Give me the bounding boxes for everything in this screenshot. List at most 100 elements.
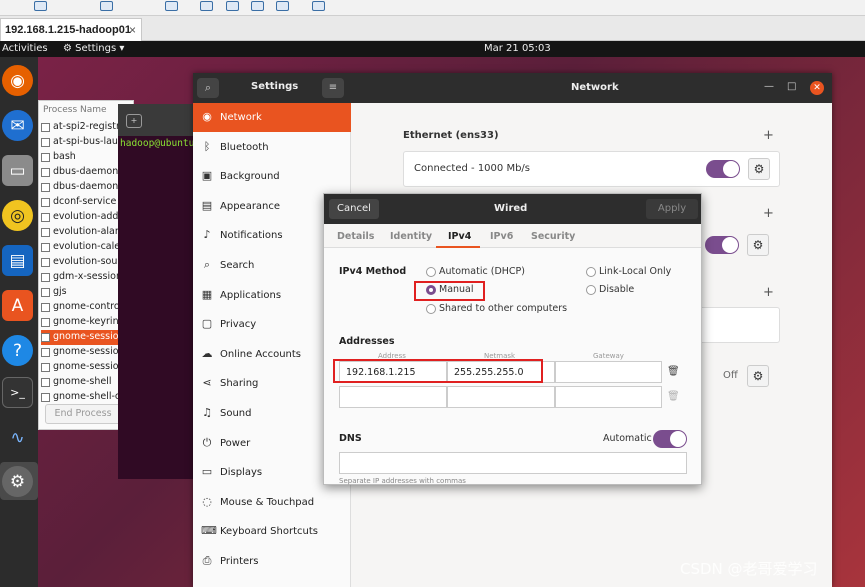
help-icon[interactable]: ? (2, 335, 33, 366)
background-icon: ▣ (201, 169, 213, 183)
applications-icon: ▦ (201, 287, 213, 301)
minimize-icon[interactable]: — (764, 81, 774, 92)
app-menu[interactable]: ⚙ Settings ▾ (63, 43, 124, 54)
printers-icon: ⎙ (202, 554, 212, 567)
tab-details[interactable]: Details (337, 231, 374, 242)
toolbar-icon[interactable] (312, 1, 325, 11)
ethernet-card: Connected - 1000 Mb/s ⚙ (403, 151, 780, 187)
sidebar-item-label: Online Accounts (220, 348, 302, 360)
radio-shared[interactable]: Shared to other computers (426, 303, 567, 314)
process-name: gnome-keyring (53, 316, 125, 327)
process-name: gnome-control (53, 301, 123, 312)
apply-button[interactable]: Apply (646, 199, 698, 219)
add-icon[interactable]: + (763, 285, 774, 300)
thunderbird-icon[interactable]: ✉ (2, 110, 33, 141)
software-icon[interactable]: A (2, 290, 33, 321)
sidebar-item-printers[interactable]: ⎙ Printers (193, 547, 351, 576)
gateway-input[interactable] (555, 361, 662, 383)
radio-automatic-dhcp[interactable]: Automatic (DHCP) (426, 266, 525, 277)
radio-icon (586, 285, 596, 295)
gnome-topbar: Activities ⚙ Settings ▾ Mar 21 05:03 (0, 41, 865, 57)
dock: ◉ ✉ ▭ ◎ ▤ A ? >_ ∿ ⚙ (0, 57, 38, 587)
sidebar-item-bluetooth[interactable]: ᛒ Bluetooth (193, 133, 351, 162)
sidebar-item-network[interactable]: ◉ Network (193, 103, 351, 132)
radio-disable[interactable]: Disable (586, 284, 634, 295)
dns-input[interactable] (339, 452, 687, 474)
toolbar-icon[interactable] (251, 1, 264, 11)
end-process-button[interactable]: End Process (45, 404, 121, 424)
gear-icon[interactable]: ⚙ (747, 365, 769, 387)
tab-ipv4[interactable]: IPv4 (448, 231, 471, 242)
host-tabbar: 192.168.1.215-hadoop01 × (0, 16, 865, 41)
netmask-input-empty[interactable] (447, 386, 555, 408)
dns-automatic-toggle[interactable] (653, 430, 687, 448)
search-icon: ⌕ (203, 258, 211, 271)
sidebar-item-label: Sound (220, 408, 252, 419)
toolbar-icon[interactable] (165, 1, 178, 11)
sidebar-item-background[interactable]: ▣ Background (193, 162, 351, 191)
search-icon[interactable]: ⌕ (197, 78, 219, 98)
sidebar-item-label: Displays (220, 467, 263, 479)
sidebar-item-label: Privacy (220, 319, 257, 331)
ethernet-toggle[interactable] (706, 160, 740, 178)
writer-icon[interactable]: ▤ (2, 245, 33, 276)
addresses-label: Addresses (339, 336, 395, 347)
activities-button[interactable]: Activities (2, 43, 48, 54)
terminal-icon[interactable]: >_ (2, 377, 33, 408)
close-icon[interactable]: × (129, 23, 136, 37)
tab-identity[interactable]: Identity (390, 231, 432, 242)
tab-security[interactable]: Security (531, 231, 575, 242)
gear-icon[interactable]: ⚙ (747, 234, 769, 256)
hamburger-menu-icon[interactable]: ≡ (322, 78, 344, 98)
process-icon (41, 138, 50, 147)
close-icon[interactable]: ✕ (810, 81, 824, 95)
process-icon (41, 183, 50, 192)
toolbar-icon[interactable] (100, 1, 113, 11)
off-label: Off (723, 370, 738, 381)
toolbar-icon[interactable] (226, 1, 239, 11)
maximize-icon[interactable]: □ (787, 81, 796, 92)
process-name: gnome-shell (53, 376, 112, 387)
sidebar-item-label: Notifications (220, 230, 283, 242)
keyboard-shortcuts-icon: ⌨ (201, 524, 217, 538)
radio-link-local[interactable]: Link-Local Only (586, 266, 671, 277)
dns-hint: Separate IP addresses with commas (339, 477, 466, 485)
process-icon (41, 243, 50, 252)
process-icon (41, 333, 50, 342)
firefox-icon[interactable]: ◉ (2, 65, 33, 96)
process-name-header[interactable]: Process Name (43, 105, 107, 115)
toolbar-icon[interactable] (34, 1, 47, 11)
system-monitor-icon[interactable]: ∿ (2, 422, 33, 453)
sidebar-item-keyboard-shortcuts[interactable]: ⌨ Keyboard Shortcuts (193, 517, 351, 546)
toolbar-icon[interactable] (276, 1, 289, 11)
add-connection-icon[interactable]: + (763, 128, 774, 143)
settings-icon[interactable]: ⚙ (2, 466, 33, 497)
address-input-empty[interactable] (339, 386, 447, 408)
sidebar-item-label: Appearance (220, 200, 281, 212)
trash-icon[interactable]: 🗑 (667, 366, 680, 377)
gateway-input-empty[interactable] (555, 386, 662, 408)
vpn-toggle[interactable] (705, 236, 739, 254)
process-icon (41, 378, 50, 387)
toolbar-icon[interactable] (200, 1, 213, 11)
add-vpn-icon[interactable]: + (763, 206, 774, 221)
cancel-button[interactable]: Cancel (329, 199, 379, 219)
wired-dialog: Cancel Wired Apply Details Identity IPv4… (323, 193, 702, 485)
new-tab-icon[interactable]: + (126, 114, 142, 128)
process-icon (41, 228, 50, 237)
dialog-title: Wired (494, 203, 528, 214)
sidebar-item-mouse-touchpad[interactable]: ◌ Mouse & Touchpad (193, 488, 351, 517)
vm-tab[interactable]: 192.168.1.215-hadoop01 × (0, 18, 142, 41)
gear-icon[interactable]: ⚙ (748, 158, 770, 180)
sidebar-item-label: Printers (220, 556, 259, 567)
sound-icon: ♫ (202, 406, 212, 419)
rhythmbox-icon[interactable]: ◎ (2, 200, 33, 231)
process-icon (41, 363, 50, 372)
process-name: dbus-daemon (53, 166, 119, 177)
clock[interactable]: Mar 21 05:03 (484, 43, 551, 54)
gateway-column-header: Gateway (593, 352, 624, 360)
address-highlight-box (333, 359, 543, 383)
files-icon[interactable]: ▭ (2, 155, 33, 186)
sidebar-item-label: Search (220, 260, 255, 271)
tab-ipv6[interactable]: IPv6 (490, 231, 513, 242)
